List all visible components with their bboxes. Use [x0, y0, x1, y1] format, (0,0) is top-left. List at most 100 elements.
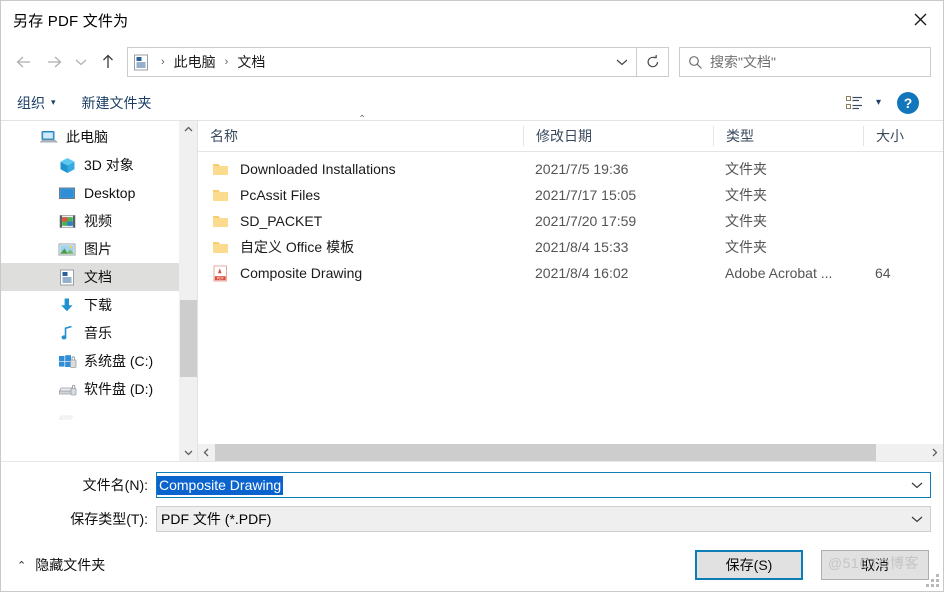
breadcrumb-item-this-pc[interactable]: 此电脑 [172, 52, 218, 72]
sidebar-item-software-drive-d[interactable]: 软件盘 (D:) [1, 375, 179, 403]
arrow-right-icon [48, 56, 62, 68]
organize-button[interactable]: 组织 ▾ [17, 93, 56, 113]
file-name-cell: 自定义 Office 模板 [198, 237, 523, 257]
sidebar-item-system-drive-c[interactable]: 系统盘 (C:) [1, 347, 179, 375]
recent-locations-button[interactable] [69, 47, 93, 77]
folder-icon [210, 212, 230, 230]
table-row[interactable]: Downloaded Installations 2021/7/5 19:36 … [198, 156, 943, 182]
search-icon [680, 55, 710, 70]
column-label: 类型 [726, 128, 754, 144]
button-group: 保存(S) 取消 [695, 550, 929, 580]
cancel-button[interactable]: 取消 [821, 550, 929, 580]
column-header-size[interactable]: 大小 [863, 126, 943, 146]
chevron-down-icon [911, 482, 923, 489]
sidebar-label: 下载 [84, 297, 112, 313]
sidebar-item-this-pc[interactable]: 此电脑 [1, 123, 179, 151]
file-name: SD_PACKET [240, 213, 323, 229]
file-type-cell: Adobe Acrobat ... [725, 265, 833, 281]
sidebar-label: 软件盘 (D:) [84, 381, 154, 397]
chevron-up-icon [184, 126, 193, 132]
resize-grip[interactable] [926, 574, 939, 587]
file-name: 自定义 Office 模板 [240, 239, 355, 255]
column-label: 修改日期 [536, 128, 592, 144]
file-date-cell: 2021/8/4 15:33 [535, 239, 629, 255]
file-date-cell: 2021/8/4 16:02 [535, 265, 629, 281]
filename-row: 文件名(N): Composite Drawing [1, 471, 943, 499]
close-icon [914, 13, 926, 25]
file-type-cell: 文件夹 [725, 161, 767, 177]
column-header-date[interactable]: 修改日期 [523, 126, 713, 146]
sidebar-item-downloads[interactable]: 下载 [1, 291, 179, 319]
save-button[interactable]: 保存(S) [695, 550, 803, 580]
scroll-right-button[interactable] [926, 444, 943, 461]
up-button[interactable] [93, 47, 123, 77]
view-mode-dropdown[interactable]: ▾ [876, 97, 881, 108]
table-row[interactable]: 自定义 Office 模板 2021/8/4 15:33 文件夹 [198, 234, 943, 260]
dialog-title: 另存 PDF 文件为 [13, 12, 129, 30]
filetype-label: 保存类型(T): [70, 511, 148, 527]
breadcrumb-item-documents[interactable]: 文档 [235, 52, 267, 72]
breadcrumb-separator: › [161, 56, 165, 68]
view-mode-button[interactable] [842, 95, 868, 111]
chevron-down-icon [616, 59, 628, 66]
search-input[interactable] [710, 54, 930, 70]
file-list-horizontal-scrollbar[interactable] [198, 444, 943, 461]
table-row[interactable]: PcAssit Files 2021/7/17 15:05 文件夹 [198, 182, 943, 208]
help-button[interactable]: ? [897, 91, 919, 114]
filename-label: 文件名(N): [82, 477, 148, 493]
scroll-down-button[interactable] [180, 444, 197, 461]
sidebar-label: 视频 [84, 213, 112, 229]
scroll-thumb[interactable] [180, 300, 197, 377]
hide-folders-button[interactable]: ⌃ 隐藏文件夹 [17, 555, 105, 575]
address-dropdown-button[interactable] [608, 48, 636, 76]
folder-icon [210, 160, 230, 178]
filename-input[interactable]: Composite Drawing [156, 472, 931, 498]
close-button[interactable] [897, 1, 943, 37]
filetype-select[interactable]: PDF 文件 (*.PDF) [156, 506, 931, 532]
save-form: 文件名(N): Composite Drawing 保存类型(T): PDF 文… [1, 461, 943, 539]
file-name-cell: PcAssit Files [198, 186, 523, 204]
save-pdf-dialog: 另存 PDF 文件为 › 此电脑 › 文档 搜索"文档" 组织 ▾ 新建文件夹 … [0, 0, 944, 592]
address-bar[interactable]: › 此电脑 › 文档 [127, 47, 637, 77]
sidebar-item-videos[interactable]: 视频 [1, 207, 179, 235]
scroll-thumb[interactable] [215, 444, 877, 461]
computer-icon [39, 128, 59, 146]
column-label: 名称 [210, 128, 238, 144]
file-date-cell: 2021/7/5 19:36 [535, 161, 629, 177]
list-view-icon [845, 95, 862, 109]
search-box[interactable] [679, 47, 931, 77]
new-folder-button[interactable]: 新建文件夹 [82, 93, 152, 113]
sidebar-scrollbar[interactable] [179, 121, 197, 461]
refresh-button[interactable] [637, 47, 669, 77]
sidebar-item-partial[interactable] [1, 403, 179, 431]
back-button[interactable] [9, 47, 39, 77]
sidebar-item-3d-objects[interactable]: 3D 对象 [1, 151, 179, 179]
scroll-track[interactable] [180, 138, 197, 444]
filename-dropdown-button[interactable] [904, 481, 930, 489]
pdf-file-icon: PDF [210, 264, 230, 282]
windows-drive-icon [57, 352, 77, 370]
forward-button[interactable] [39, 47, 69, 77]
scroll-track[interactable] [215, 444, 926, 461]
file-list-pane: ⌃ 名称 修改日期 类型 大小 Downloaded Installations… [198, 114, 943, 461]
scroll-up-button[interactable] [180, 121, 197, 138]
toolbar-right-group: ▾ ? [842, 91, 933, 114]
breadcrumb-separator: › [224, 56, 229, 68]
sidebar-item-music[interactable]: 音乐 [1, 319, 179, 347]
chevron-left-icon [203, 448, 209, 457]
sidebar-item-documents[interactable]: 文档 [1, 263, 179, 291]
file-date-cell: 2021/7/20 17:59 [535, 213, 637, 229]
column-label: 大小 [876, 128, 904, 144]
filetype-dropdown-button[interactable] [904, 515, 930, 523]
3d-objects-icon [57, 156, 77, 174]
sidebar-label: 文档 [84, 269, 112, 285]
column-header-type[interactable]: 类型 [713, 126, 863, 146]
sidebar-item-desktop[interactable]: Desktop [1, 179, 179, 207]
table-row[interactable]: SD_PACKET 2021/7/20 17:59 文件夹 [198, 208, 943, 234]
file-size-cell: 64 [875, 265, 891, 281]
videos-icon [57, 212, 77, 230]
scroll-left-button[interactable] [198, 444, 215, 461]
table-row[interactable]: PDF Composite Drawing 2021/8/4 16:02 Ado… [198, 260, 943, 286]
sidebar-item-pictures[interactable]: 图片 [1, 235, 179, 263]
column-header-name[interactable]: ⌃ 名称 [198, 114, 523, 146]
